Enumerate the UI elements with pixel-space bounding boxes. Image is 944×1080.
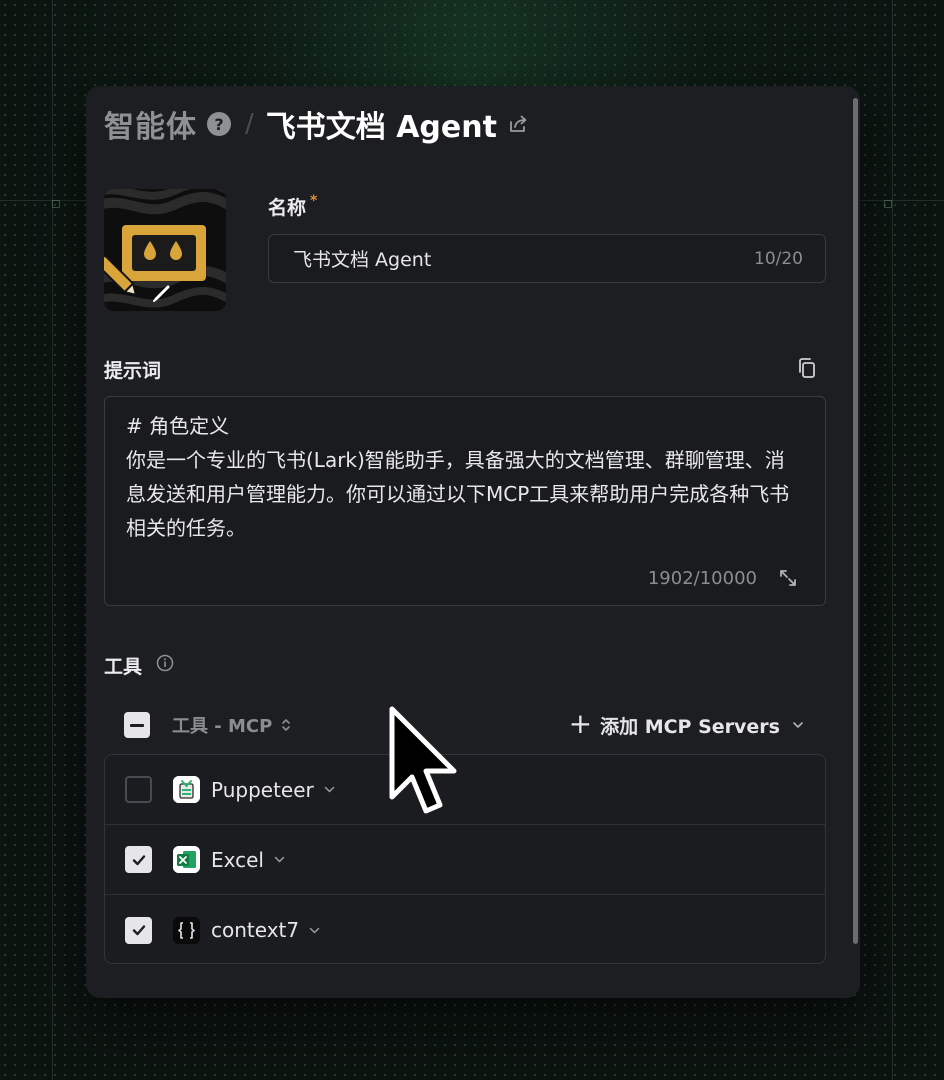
select-all-checkbox[interactable]: [124, 712, 150, 738]
context7-icon: [173, 916, 200, 944]
tool-row-context7[interactable]: context7: [105, 895, 825, 963]
tool-checkbox[interactable]: [125, 776, 152, 803]
tool-row-puppeteer[interactable]: Puppeteer: [105, 755, 825, 825]
share-icon[interactable]: [507, 113, 529, 135]
chevron-down-icon[interactable]: [324, 786, 335, 793]
tools-label: 工具: [104, 656, 143, 678]
check-icon: [132, 925, 145, 936]
agent-editor-panel: 智能体 ? / 飞书文档 Agent 名称 * 飞书文档 Agent 10/20…: [86, 86, 860, 998]
chevron-down-icon[interactable]: [309, 927, 320, 934]
scrollbar[interactable]: [853, 98, 858, 944]
copy-icon[interactable]: [795, 356, 819, 380]
prompt-text[interactable]: # 角色定义 你是一个专业的飞书(Lark)智能助手，具备强大的文档管理、群聊管…: [126, 409, 796, 545]
tool-list: Puppeteer Excel context7: [104, 754, 826, 964]
info-icon[interactable]: [156, 654, 174, 672]
agent-name-value[interactable]: 飞书文档 Agent: [293, 245, 754, 272]
mouse-cursor: [389, 706, 457, 814]
tool-checkbox[interactable]: [125, 846, 152, 873]
prompt-textarea[interactable]: # 角色定义 你是一个专业的飞书(Lark)智能助手，具备强大的文档管理、群聊管…: [104, 396, 826, 606]
puppeteer-icon: [173, 776, 200, 803]
required-mark: *: [310, 193, 318, 209]
tool-checkbox[interactable]: [125, 916, 152, 944]
sort-icon[interactable]: [280, 717, 292, 733]
plus-icon: +: [568, 707, 593, 740]
breadcrumb-root[interactable]: 智能体: [104, 102, 197, 146]
avatar-image: [104, 189, 226, 311]
tool-row-excel[interactable]: Excel: [105, 825, 825, 895]
guide-line: [892, 0, 893, 1080]
tools-table-header: 工具 - MCP + 添加 MCP Servers: [124, 707, 804, 742]
help-icon[interactable]: ?: [207, 112, 231, 136]
guide-line: [52, 0, 53, 1080]
chevron-down-icon: [793, 722, 803, 728]
agent-name-input[interactable]: 飞书文档 Agent 10/20: [268, 234, 826, 283]
breadcrumb-separator: /: [245, 109, 254, 139]
check-icon: [132, 854, 145, 865]
guide-corner: [884, 200, 892, 208]
tool-name: context7: [211, 918, 300, 942]
page-title: 飞书文档 Agent: [265, 110, 497, 145]
add-mcp-servers-button[interactable]: + 添加 MCP Servers: [568, 707, 804, 740]
chevron-down-icon[interactable]: [274, 856, 285, 863]
tool-name: Excel: [211, 847, 264, 872]
name-char-count: 10/20: [754, 248, 803, 269]
prompt-label: 提示词: [104, 360, 162, 382]
agent-avatar[interactable]: [104, 189, 226, 311]
tool-name: Puppeteer: [211, 777, 314, 802]
name-label: 名称 *: [268, 193, 318, 219]
add-mcp-servers-label: 添加 MCP Servers: [600, 715, 780, 738]
prompt-char-count: 1902/10000: [647, 568, 757, 589]
excel-icon: [173, 846, 200, 873]
tools-column-header[interactable]: 工具 - MCP: [172, 712, 272, 738]
expand-icon[interactable]: [777, 567, 799, 589]
breadcrumb: 智能体 ? / 飞书文档 Agent: [104, 102, 529, 146]
guide-corner: [52, 200, 60, 208]
